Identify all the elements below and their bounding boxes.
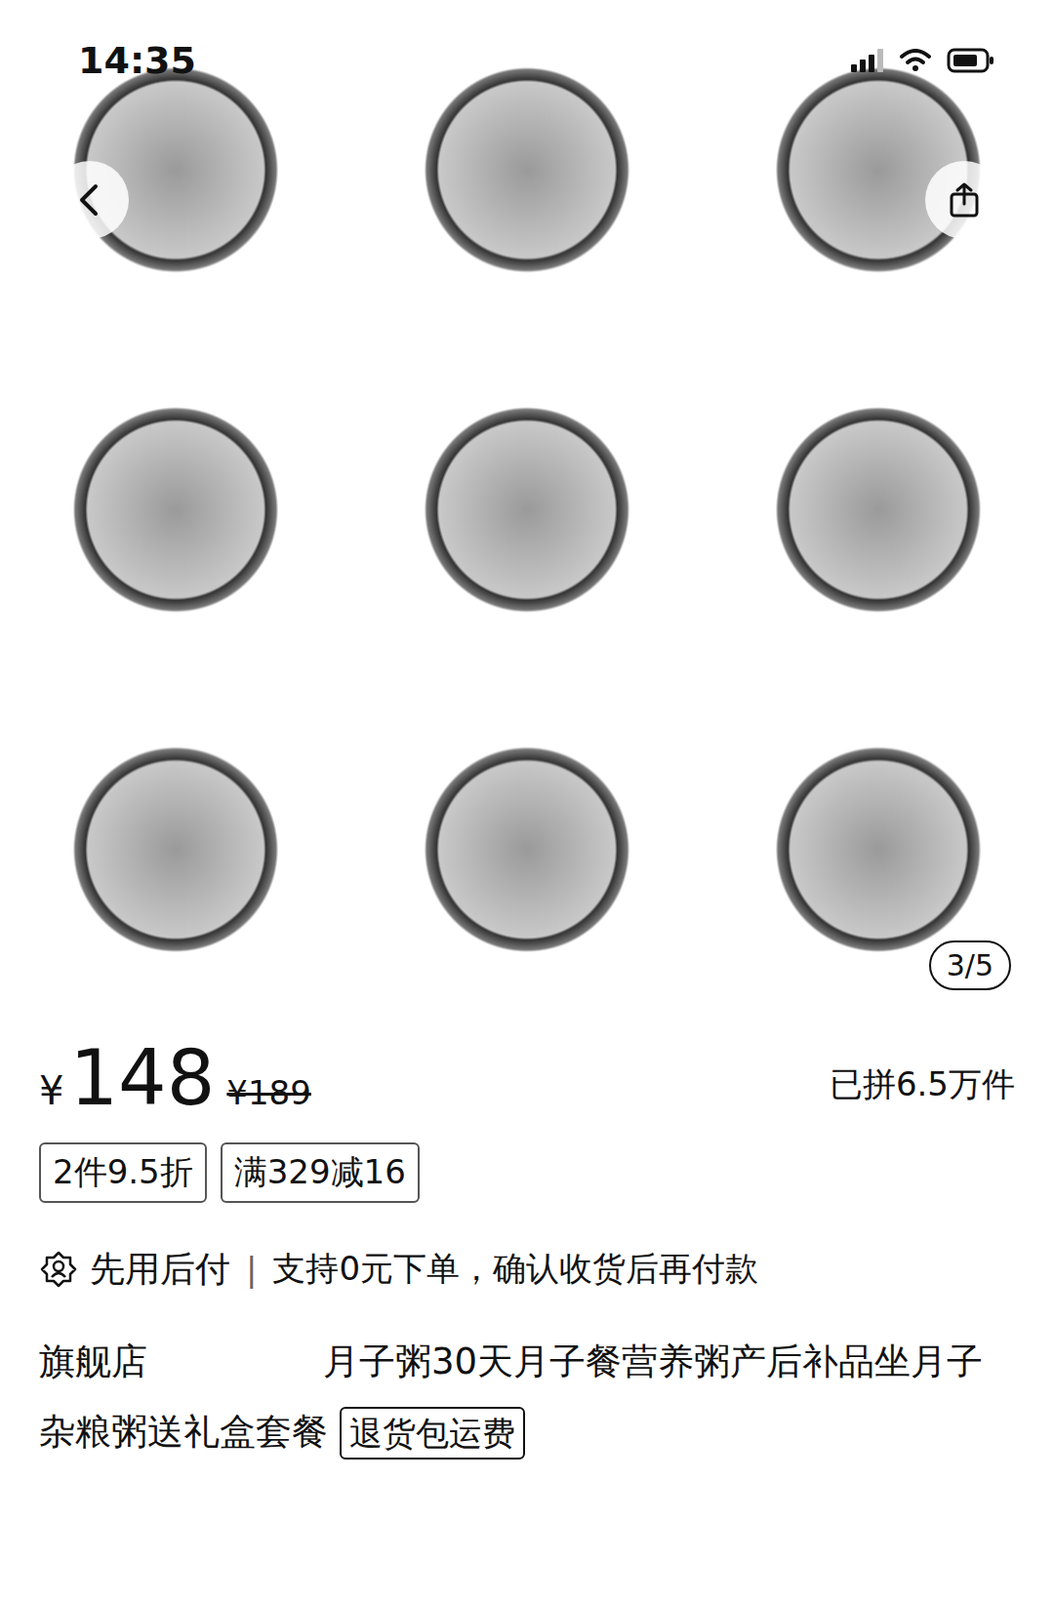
image-counter: 3/5: [929, 940, 1012, 991]
pay-later-separator: |: [245, 1250, 257, 1290]
battery-icon: [946, 47, 996, 74]
promo-tags: 2件9.5折满329减16: [39, 1142, 1015, 1204]
product-gallery[interactable]: 14:35 3/5: [0, 0, 1054, 1020]
status-icons: [851, 47, 996, 74]
promo-tag[interactable]: 满329减16: [220, 1142, 420, 1204]
brand-redacted: [147, 1344, 324, 1375]
back-arrow-icon: [70, 180, 110, 220]
product-info: ¥148 ¥189 已拼6.5万件 2件9.5折满329减16 先用后付 | 支持0元下单，…: [0, 1019, 1054, 1488]
status-time: 14:35: [78, 39, 197, 82]
pay-later-row[interactable]: 先用后付 | 支持0元下单，确认收货后再付款: [39, 1246, 1015, 1295]
share-icon: [944, 180, 984, 220]
pay-later-label: 先用后付: [89, 1246, 231, 1295]
status-bar: 14:35: [78, 39, 996, 82]
pay-later-icon: [39, 1250, 79, 1290]
price: ¥148 ¥189: [39, 1037, 312, 1122]
product-page: 14:35 3/5 ¥148 ¥189 已拼6.5万件 2件9.5折满329减16 先用后付…: [0, 0, 1054, 1600]
price-original: ¥189: [226, 1073, 312, 1113]
price-currency: ¥: [39, 1068, 64, 1114]
product-title: 旗舰店月子粥30天月子餐营养粥产后补品坐月子杂粮粥送礼盒套餐退货包运费: [39, 1327, 1015, 1468]
back-button[interactable]: [50, 161, 129, 240]
share-button[interactable]: [925, 161, 1004, 240]
store-label: 旗舰店: [39, 1340, 148, 1383]
price-row: ¥148 ¥189 已拼6.5万件: [39, 1019, 1015, 1122]
promo-tag[interactable]: 2件9.5折: [39, 1142, 207, 1204]
wifi-icon: [899, 48, 932, 73]
product-photo: [0, 0, 1054, 1020]
sold-count: 已拼6.5万件: [829, 1062, 1015, 1122]
signal-icon: [851, 48, 885, 73]
price-current: 148: [69, 1037, 215, 1122]
return-shipping-badge: 退货包运费: [339, 1407, 526, 1460]
pay-later-note: 支持0元下单，确认收货后再付款: [272, 1247, 759, 1293]
